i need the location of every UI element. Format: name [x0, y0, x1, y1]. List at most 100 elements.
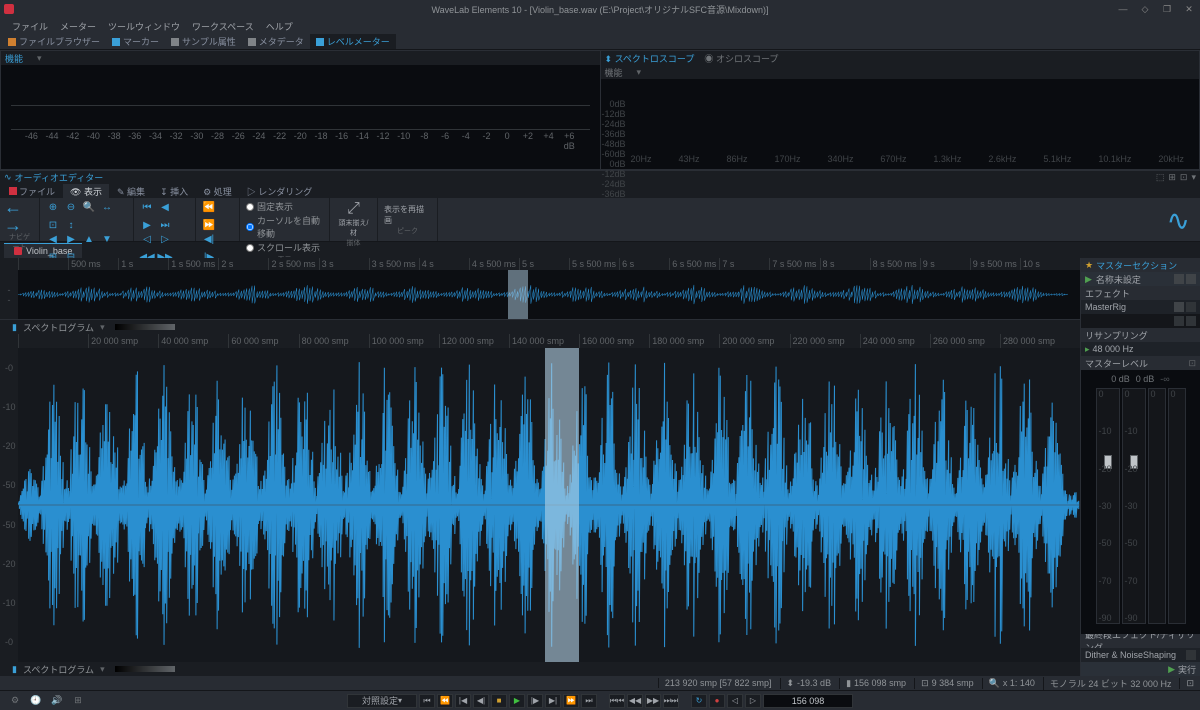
- zoom-a-icon[interactable]: ◀: [46, 232, 60, 246]
- cursor-next-icon[interactable]: ▶: [140, 218, 154, 232]
- transport-stop[interactable]: ■: [491, 694, 507, 708]
- redraw-button[interactable]: 表示を再描画: [384, 204, 431, 226]
- nav-back-button[interactable]: ←: [6, 200, 20, 214]
- cursor-prev-icon[interactable]: ◀: [158, 200, 172, 214]
- transport-record[interactable]: ●: [709, 694, 725, 708]
- menu-meter[interactable]: メーター: [60, 20, 96, 33]
- tab-filebrowser[interactable]: ファイルブラウザー: [2, 34, 106, 49]
- overview-waveform[interactable]: [18, 270, 1070, 319]
- detail-waveform[interactable]: -0-10-20-50-50-20-10-0: [0, 348, 1080, 662]
- minimize-button[interactable]: —: [1112, 0, 1134, 18]
- menu-toolwindow[interactable]: ツールウィンドウ: [108, 20, 180, 33]
- fader-left[interactable]: 0-10-20-30-50-70-90: [1096, 388, 1120, 624]
- transport-tool-icon[interactable]: ⊞: [69, 694, 87, 708]
- tab-sample-attr[interactable]: サンプル属性: [165, 34, 242, 49]
- effect-solo-icon[interactable]: [1174, 302, 1184, 312]
- resampling-value-row[interactable]: ▸ 48 000 Hz: [1081, 342, 1200, 356]
- transport-loop-start[interactable]: ⏮⏮: [609, 694, 625, 708]
- zoom-time-icon[interactable]: ⊕: [46, 200, 60, 214]
- menu-file[interactable]: ファイル: [12, 20, 48, 33]
- ribbon-tab-process[interactable]: ⚙ 処理: [196, 184, 239, 199]
- transport-loop-end[interactable]: ⏭⏭: [663, 694, 679, 708]
- zoom-sel-icon[interactable]: ⊖: [64, 200, 78, 214]
- restore-button[interactable]: ❐: [1156, 0, 1178, 18]
- transport-mode-label[interactable]: 対照設定 ▾: [347, 694, 417, 708]
- transport-speaker-icon[interactable]: 🔊: [48, 694, 66, 708]
- zoom-c-icon[interactable]: ▲: [82, 232, 96, 246]
- nav-fwd-button[interactable]: →: [6, 218, 20, 232]
- display-radio-cursor[interactable]: カーソルを自動移動: [246, 214, 323, 240]
- detail-ruler[interactable]: 20 000 smp40 000 smp60 000 smp80 000 smp…: [0, 334, 1080, 348]
- overview-ruler[interactable]: 500 ms1 s1 s 500 ms2 s2 s 500 ms3 s3 s 5…: [0, 258, 1080, 270]
- transport-rewind-start[interactable]: ⏮: [419, 694, 435, 708]
- editor-icon-1[interactable]: ⬚: [1156, 172, 1165, 183]
- tab-levelmeter[interactable]: レベルメーター: [310, 34, 396, 49]
- cursor-a-icon[interactable]: ◁: [140, 232, 154, 246]
- transport-loop-toggle[interactable]: ↻: [691, 694, 707, 708]
- tab-marker[interactable]: マーカー: [106, 34, 165, 49]
- scope-functions-tab[interactable]: 機能: [605, 66, 623, 79]
- transport-skip-fwd[interactable]: ▶|: [545, 694, 561, 708]
- oscope-tab[interactable]: ◉ オシロスコープ: [704, 52, 778, 65]
- ribbon-tab-edit[interactable]: ✎ 編集: [110, 184, 152, 199]
- waveform-selection[interactable]: [545, 348, 579, 662]
- transport-skip-back[interactable]: |◀: [455, 694, 471, 708]
- scroll-b-icon[interactable]: ⏩: [202, 218, 216, 232]
- align-button[interactable]: ⤢: [347, 200, 360, 218]
- maximize-button[interactable]: ◇: [1134, 0, 1156, 18]
- display-radio-fixed[interactable]: 固定表示: [246, 200, 323, 213]
- zoom-in-icon[interactable]: 🔍: [82, 200, 96, 214]
- close-button[interactable]: ✕: [1178, 0, 1200, 18]
- transport-settings-icon[interactable]: ⚙: [6, 694, 24, 708]
- overview-selection[interactable]: [508, 270, 528, 319]
- transport-prev-marker[interactable]: ◀|: [473, 694, 489, 708]
- transport-loop-a[interactable]: ◀◀: [627, 694, 643, 708]
- transport-rewind[interactable]: ⏪: [437, 694, 453, 708]
- main-edit-area: 500 ms1 s1 s 500 ms2 s2 s 500 ms3 s3 s 5…: [0, 258, 1200, 676]
- cursor-b-icon[interactable]: ▷: [158, 232, 172, 246]
- fader-right[interactable]: 0-10-20-30-50-70-90: [1122, 388, 1146, 624]
- effect-masterrig[interactable]: MasterRig: [1081, 300, 1200, 314]
- cursor-end-icon[interactable]: ⏭: [158, 218, 172, 232]
- transport-jog-a[interactable]: ◁: [727, 694, 743, 708]
- effect-empty-slot[interactable]: [1081, 314, 1200, 328]
- display-radio-scroll[interactable]: スクロール表示: [246, 241, 323, 254]
- transport-next-marker[interactable]: |▶: [527, 694, 543, 708]
- transport-loop-b[interactable]: ▶▶: [645, 694, 661, 708]
- bottom-spectrogram-dropdown[interactable]: ▾: [100, 664, 105, 675]
- zoom-out-icon[interactable]: ↔: [100, 200, 114, 214]
- tab-metadata[interactable]: メタデータ: [242, 34, 310, 49]
- execute-row[interactable]: ▶ 実行: [1081, 662, 1200, 676]
- transport-time-display[interactable]: 156 098: [763, 694, 853, 708]
- menu-workspace[interactable]: ワークスペース: [192, 20, 254, 33]
- preset-icon-1[interactable]: [1174, 274, 1184, 284]
- dither-row[interactable]: Dither & NoiseShaping: [1081, 648, 1200, 662]
- transport-jog-b[interactable]: ▷: [745, 694, 761, 708]
- preset-icon-2[interactable]: [1186, 274, 1196, 284]
- scroll-a-icon[interactable]: ⏪: [202, 200, 216, 214]
- editor-icon-3[interactable]: ⊡: [1180, 172, 1188, 183]
- editor-icon-4[interactable]: ▾: [1191, 172, 1196, 183]
- overview-strip[interactable]: 500 ms1 s1 s 500 ms2 s2 s 500 ms3 s3 s 5…: [0, 258, 1080, 320]
- status-icon[interactable]: ⊡: [1179, 678, 1194, 689]
- editor-icon-2[interactable]: ⊞: [1168, 172, 1176, 183]
- preset-row[interactable]: ▶ 名称未設定: [1081, 272, 1200, 286]
- zoom-d-icon[interactable]: ▼: [100, 232, 114, 246]
- ribbon-tab-insert[interactable]: ↧ 挿入: [153, 184, 195, 199]
- zoom-v-icon[interactable]: ↕: [64, 218, 78, 232]
- scroll-c-icon[interactable]: ◀|: [202, 232, 216, 246]
- level-meter-functions-tab[interactable]: 機能: [5, 52, 23, 65]
- ribbon-tab-render[interactable]: ▷ レンダリング: [240, 184, 320, 199]
- transport-end[interactable]: ⏭: [581, 694, 597, 708]
- menu-help[interactable]: ヘルプ: [266, 20, 293, 33]
- transport-clock-icon[interactable]: 🕘: [27, 694, 45, 708]
- ribbon-tab-view[interactable]: 👁 表示: [63, 184, 109, 199]
- cursor-start-icon[interactable]: ⏮: [140, 200, 154, 214]
- spectroscope-tab[interactable]: ⬍ スペクトロスコープ: [605, 52, 695, 65]
- zoom-b-icon[interactable]: ▶: [64, 232, 78, 246]
- transport-ffwd[interactable]: ⏩: [563, 694, 579, 708]
- transport-play[interactable]: ▶: [509, 694, 525, 708]
- spectrogram-dropdown[interactable]: ▾: [100, 322, 105, 333]
- effect-bypass-icon[interactable]: [1186, 302, 1196, 312]
- zoom-ms-icon[interactable]: ⊡: [46, 218, 60, 232]
